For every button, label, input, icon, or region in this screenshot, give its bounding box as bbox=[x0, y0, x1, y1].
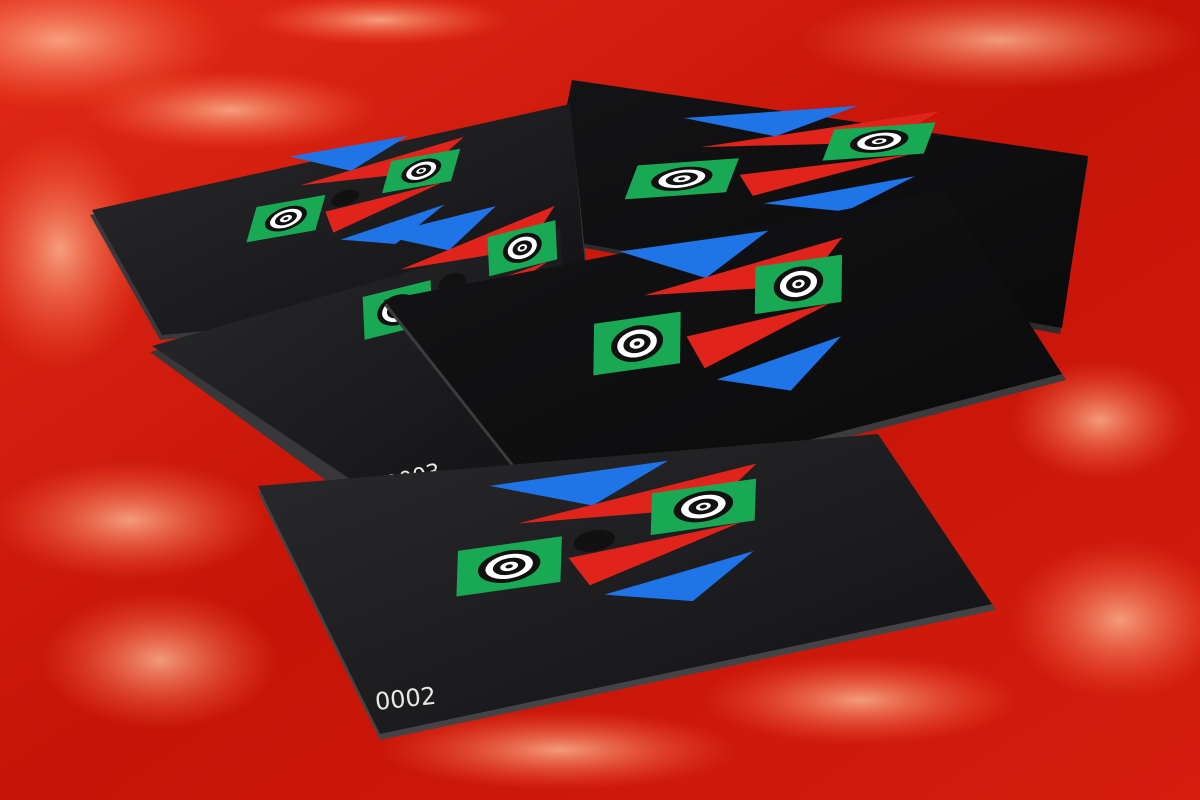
photo-canvas: 0003 0007 0002 bbox=[0, 0, 1200, 800]
photo-scene: 0003 0007 0002 bbox=[0, 0, 1200, 800]
